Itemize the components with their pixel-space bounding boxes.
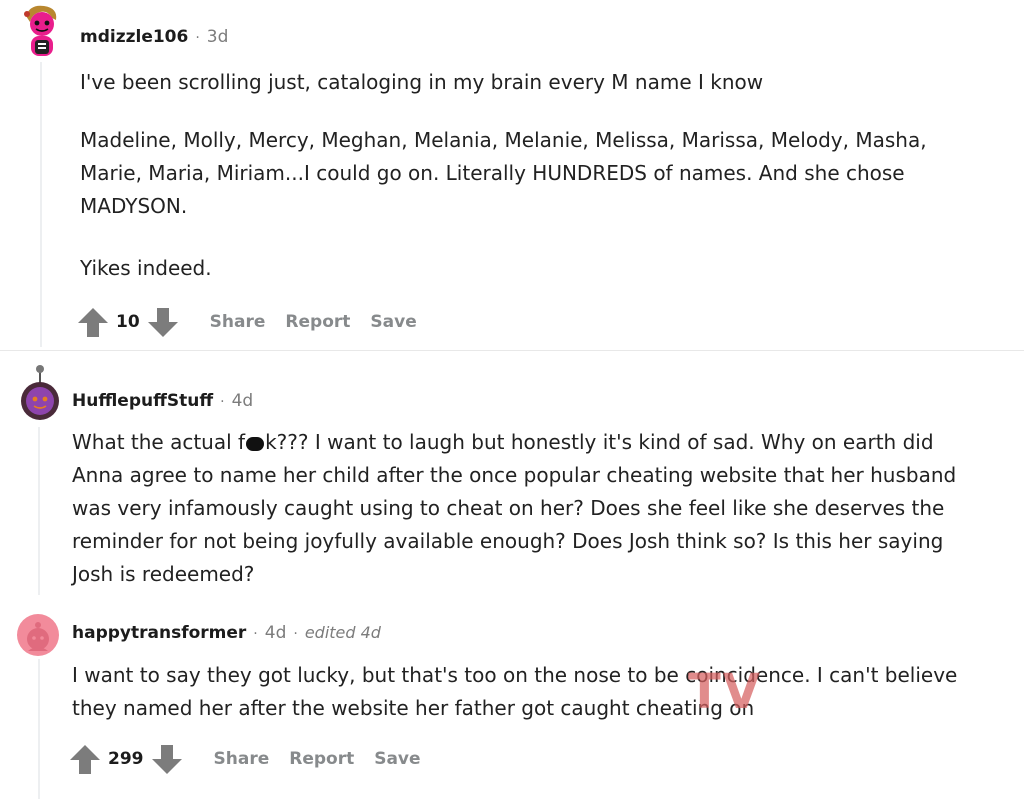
save-button[interactable]: Save [374,749,420,769]
user-avatar[interactable] [18,4,64,60]
edited-label: edited 4d [304,623,381,642]
comment-body: Madeline, Molly, Mercy, Meghan, Melania,… [80,124,927,223]
upvote-button[interactable] [68,742,102,776]
share-button[interactable]: Share [214,749,270,769]
timestamp[interactable]: 4d [265,623,287,643]
comment-meta: HufflepuffStuff · 4d [72,391,253,411]
meta-separator: · [195,30,200,46]
comment-line: reminder for not being joyfully availabl… [72,529,944,553]
comment-body: What the actual f k??? I want to laugh bu… [72,426,956,591]
timestamp[interactable]: 3d [207,27,229,47]
report-button[interactable]: Report [289,749,354,769]
upvote-button[interactable] [76,305,110,339]
save-button[interactable]: Save [370,312,416,332]
comment-paragraph: Yikes indeed. [80,256,212,280]
comment-actions: 299 Share Report Save [68,742,421,776]
comment-panel-1: mdizzle106 · 3d I've been scrolling just… [0,0,1024,350]
comment-line: What the actual f k??? I want to laugh bu… [72,426,956,459]
meta-separator: · [253,626,258,642]
comment-panel-2: HufflepuffStuff · 4d What the actual f k?… [0,350,1024,801]
comment-line: Josh is redeemed? [72,562,255,586]
downvote-button[interactable] [146,305,180,339]
comment-meta: mdizzle106 · 3d [80,27,228,47]
upvote-arrow-icon [78,308,108,337]
comment-line: was very infamously caught using to chea… [72,496,945,520]
vote-score: 299 [108,749,144,769]
meta-separator: · [293,626,298,642]
comment-text-fragment: k??? I want to laugh but honestly it's k… [265,430,934,454]
snoo-avatar-icon [21,365,59,420]
snoo-avatar-icon [24,5,57,56]
comment-body: I've been scrolling just, cataloging in … [80,66,763,99]
comment-actions: 10 Share Report Save [76,305,417,339]
meta-separator: · [220,394,225,410]
username[interactable]: mdizzle106 [80,27,188,47]
comment-body: I want to say they got lucky, but that's… [72,659,957,725]
tv-watermark-logo: TV [688,664,762,720]
comment-line: Marie, Maria, Miriam...I could go on. Li… [80,161,905,185]
comment-body: Yikes indeed. [80,252,212,285]
upvote-arrow-icon [70,745,100,774]
comment-line: MADYSON. [80,194,188,218]
username[interactable]: HufflepuffStuff [72,391,213,411]
downvote-arrow-icon [147,308,178,337]
share-button[interactable]: Share [210,312,266,332]
timestamp[interactable]: 4d [232,391,254,411]
user-avatar[interactable] [16,613,60,657]
thread-line[interactable] [40,62,42,347]
downvote-button[interactable] [150,742,184,776]
comment-line: I want to say they got lucky, but that's… [72,663,958,687]
thread-line[interactable] [38,659,40,799]
comment-text-fragment: What the actual f [72,430,246,454]
report-button[interactable]: Report [285,312,350,332]
comment-meta: happytransformer · 4d · edited 4d [72,623,381,643]
username[interactable]: happytransformer [72,623,246,643]
comment-paragraph: I've been scrolling just, cataloging in … [80,70,764,94]
thread-line[interactable] [38,427,40,595]
comment-line: Madeline, Molly, Mercy, Meghan, Melania,… [80,128,927,152]
comment-line: Anna agree to name her child after the o… [72,463,957,487]
censor-bar [246,436,265,451]
snoo-avatar-icon [17,614,59,656]
vote-score: 10 [116,312,140,332]
downvote-arrow-icon [151,745,182,774]
user-avatar[interactable] [18,363,62,423]
comment-line: they named her after the website her fat… [72,696,755,720]
